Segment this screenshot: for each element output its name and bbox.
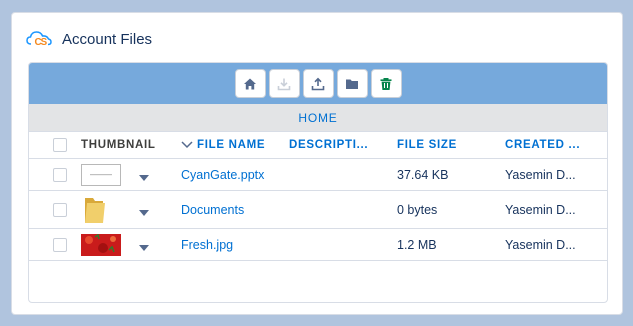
row-menu-caret[interactable] [139, 209, 149, 216]
description-cell [289, 228, 397, 261]
file-name-link[interactable]: Documents [181, 190, 289, 229]
chevron-down-icon [181, 141, 193, 149]
breadcrumb: HOME [29, 104, 607, 132]
trash-icon [380, 77, 392, 90]
pptx-thumbnail[interactable] [81, 163, 121, 186]
card-header: C S Account Files [26, 27, 152, 51]
home-icon [244, 78, 256, 89]
row-menu-caret[interactable] [139, 244, 149, 251]
card-title: Account Files [62, 30, 153, 48]
created-by-cell: Yasemin D... [505, 158, 607, 191]
created-by-cell: Yasemin D... [505, 190, 607, 229]
upload-icon [311, 77, 325, 90]
column-header-file-size[interactable]: FILE SIZE [397, 132, 505, 159]
column-header-thumbnail: THUMBNAIL [81, 132, 181, 159]
column-header-created[interactable]: CREATED ... [505, 132, 607, 159]
cloud-logo-icon: C S [26, 31, 52, 48]
description-cell [289, 158, 397, 191]
toolbar [29, 63, 607, 104]
svg-text:S: S [41, 37, 48, 48]
table-row: Fresh.jpg 1.2 MB Yasemin D... [29, 228, 607, 261]
row-checkbox[interactable] [53, 202, 67, 217]
download-button[interactable] [268, 69, 300, 98]
files-table: THUMBNAIL FILE NAME DESCRIPTI... FILE SI… [29, 132, 607, 261]
folder-thumbnail[interactable] [81, 195, 121, 225]
account-files-card: C S Account Files HOME THUMBNAIL FILE NA… [11, 12, 623, 315]
column-header-file-name[interactable]: FILE NAME [181, 132, 289, 159]
row-checkbox[interactable] [53, 237, 67, 252]
home-button[interactable] [234, 69, 266, 98]
file-browser-panel: HOME THUMBNAIL FILE NAME DESCRIPTI... FI… [28, 62, 608, 303]
select-all-checkbox[interactable] [53, 138, 67, 152]
download-icon [277, 78, 291, 90]
description-cell [289, 190, 397, 229]
file-name-link[interactable]: CyanGate.pptx [181, 158, 289, 191]
upload-button[interactable] [302, 69, 334, 98]
file-size-cell: 0 bytes [397, 190, 505, 229]
created-by-cell: Yasemin D... [505, 228, 607, 261]
table-row: CyanGate.pptx 37.64 KB Yasemin D... [29, 158, 607, 191]
folder-icon [346, 79, 358, 89]
file-size-cell: 37.64 KB [397, 158, 505, 191]
file-size-cell: 1.2 MB [397, 228, 505, 261]
column-header-description[interactable]: DESCRIPTI... [289, 132, 397, 159]
column-header-file-name-label: FILE NAME [197, 139, 266, 151]
image-thumbnail[interactable] [81, 233, 121, 256]
row-checkbox[interactable] [53, 167, 67, 182]
row-menu-caret[interactable] [139, 174, 149, 181]
new-folder-button[interactable] [336, 69, 368, 98]
table-row: Documents 0 bytes Yasemin D... [29, 190, 607, 229]
delete-button[interactable] [370, 69, 402, 98]
select-all-cell [29, 132, 81, 159]
file-name-link[interactable]: Fresh.jpg [181, 228, 289, 261]
breadcrumb-home-link[interactable]: HOME [298, 111, 337, 125]
table-header-row: THUMBNAIL FILE NAME DESCRIPTI... FILE SI… [29, 132, 607, 159]
